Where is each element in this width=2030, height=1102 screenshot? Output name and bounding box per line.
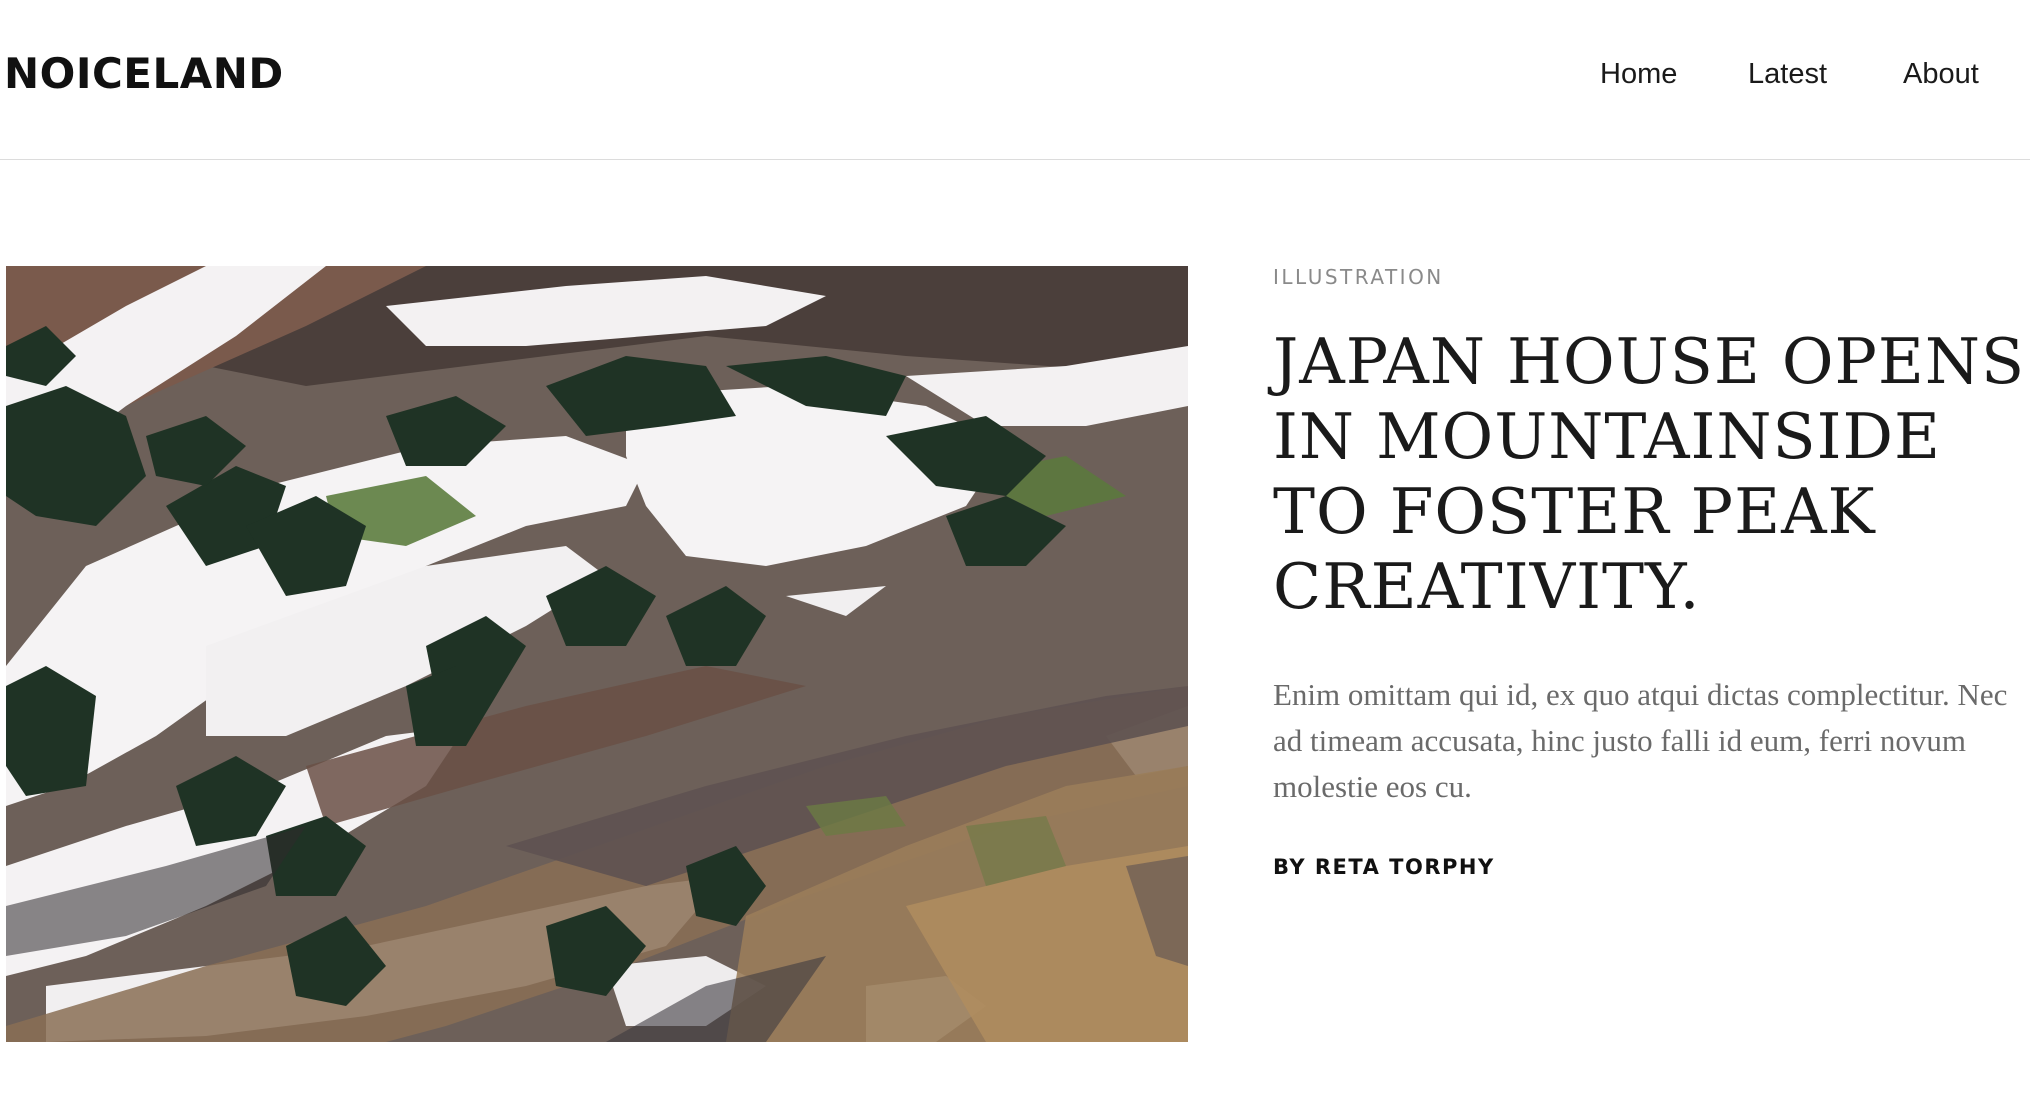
mountain-landscape-illustration xyxy=(6,266,1188,1042)
hero-image[interactable] xyxy=(6,266,1188,1042)
site-logo[interactable]: NOICELAND xyxy=(4,48,284,100)
nav-item-about[interactable]: About xyxy=(1903,52,1979,96)
article-excerpt: Enim omittam qui id, ex quo atqui dictas… xyxy=(1273,677,2008,804)
article-byline: BY RETA TORPHY xyxy=(1273,855,1495,879)
site-header: NOICELAND Home Latest About xyxy=(0,0,2030,160)
article-title[interactable]: JAPAN HOUSE OPENS IN MOUNTAINSIDE TO FOS… xyxy=(1273,324,2030,624)
nav-item-latest[interactable]: Latest xyxy=(1748,52,1827,96)
featured-article: ILLUSTRATION JAPAN HOUSE OPENS IN MOUNTA… xyxy=(1273,262,2030,882)
article-category[interactable]: ILLUSTRATION xyxy=(1273,262,2030,292)
main-nav: Home Latest About xyxy=(1600,52,2030,96)
nav-item-home[interactable]: Home xyxy=(1600,52,1677,96)
